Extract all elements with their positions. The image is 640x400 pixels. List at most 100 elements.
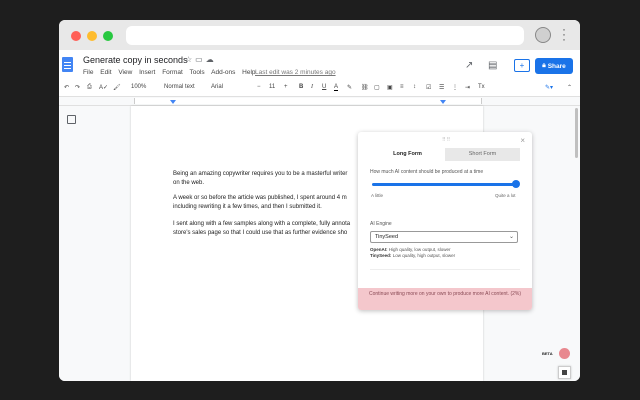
align-icon[interactable]: ≡ bbox=[400, 84, 404, 90]
menu-format[interactable]: Format bbox=[162, 69, 183, 76]
drag-handle-icon[interactable]: ⠿⠿ bbox=[442, 137, 451, 143]
font-size-increase[interactable]: + bbox=[284, 84, 288, 90]
line-spacing-icon[interactable]: ↕ bbox=[413, 84, 416, 90]
engine-note-openai: OpenAI: High quality, low output, slower bbox=[370, 247, 450, 252]
lock-icon: 🔒︎ bbox=[542, 62, 546, 69]
font-size-input[interactable]: 11 bbox=[269, 84, 275, 90]
engine-note-name: OpenAI: bbox=[370, 247, 388, 252]
browser-window: · · · Generate copy in seconds ☆▭☁ File Ed… bbox=[59, 20, 580, 381]
close-icon[interactable]: × bbox=[520, 136, 525, 145]
spellcheck-icon[interactable]: A✓ bbox=[99, 84, 108, 91]
font-size-decrease[interactable]: − bbox=[257, 84, 261, 90]
menu-insert[interactable]: Insert bbox=[139, 69, 155, 76]
menu-tools[interactable]: Tools bbox=[189, 69, 204, 76]
chevron-down-icon: ⌄ bbox=[508, 234, 514, 240]
paragraph-1[interactable]: Being an amazing copywriter requires you… bbox=[173, 170, 360, 188]
paragraph-3[interactable]: I sent along with a few samples along wi… bbox=[173, 220, 360, 238]
ruler bbox=[59, 97, 580, 106]
checklist-icon[interactable]: ☑ bbox=[426, 84, 431, 91]
engine-note-desc: Low quality, high output, slower bbox=[391, 253, 456, 258]
browser-titlebar: · · · bbox=[59, 20, 580, 50]
engine-note-name: TinySeed: bbox=[370, 253, 392, 258]
numbered-list-icon[interactable]: ⋮ bbox=[452, 84, 458, 91]
indent-icon[interactable]: ⇥ bbox=[465, 84, 470, 91]
slider-min-label: A little bbox=[371, 193, 384, 198]
collapse-toolbar-icon[interactable]: ⌃ bbox=[567, 84, 572, 91]
document-title[interactable]: Generate copy in seconds bbox=[83, 55, 188, 65]
style-select[interactable]: Normal text bbox=[164, 84, 195, 90]
more-vert-icon[interactable]: · · · bbox=[562, 23, 568, 45]
bulleted-list-icon[interactable]: ☰ bbox=[439, 84, 444, 91]
tab-long-form[interactable]: Long Form bbox=[370, 148, 445, 161]
zoom-select[interactable]: 100% bbox=[131, 84, 146, 90]
engine-label: AI Engine bbox=[370, 221, 392, 227]
meet-add-button[interactable]: + bbox=[514, 59, 530, 72]
last-edit-link[interactable]: Last edit was 2 minutes ago bbox=[255, 69, 336, 76]
text-color-icon[interactable]: A bbox=[334, 84, 339, 91]
close-window-dot[interactable] bbox=[71, 31, 81, 41]
document-outline-icon[interactable] bbox=[67, 115, 76, 124]
owl-icon[interactable] bbox=[535, 27, 551, 43]
menu-bar: File Edit View Insert Format Tools Add-o… bbox=[83, 69, 261, 76]
title-icons: ☆▭☁ bbox=[185, 55, 217, 64]
menu-addons[interactable]: Add-ons bbox=[211, 69, 235, 76]
vertical-scrollbar[interactable] bbox=[575, 108, 578, 158]
italic-icon[interactable]: I bbox=[311, 84, 313, 90]
slider-max-label: Quite a lot bbox=[495, 193, 516, 198]
print-icon[interactable]: ⎙ bbox=[87, 84, 92, 91]
tab-short-form[interactable]: Short Form bbox=[445, 148, 520, 161]
clear-format-icon[interactable]: Tx bbox=[478, 84, 485, 90]
redo-icon[interactable]: ↷ bbox=[75, 84, 80, 91]
paragraph-2[interactable]: A week or so before the article was publ… bbox=[173, 194, 360, 212]
paragraph-line: I sent along with a few samples along wi… bbox=[173, 221, 351, 227]
highlight-icon[interactable]: ✎ bbox=[347, 84, 352, 91]
address-bar[interactable] bbox=[126, 26, 524, 45]
underline-icon[interactable]: U bbox=[322, 84, 326, 90]
formatting-toolbar: ↶ ↷ ⎙ A✓ 🖌︎ 100% Normal text Arial − 11 … bbox=[59, 80, 580, 97]
image-icon[interactable]: ▣ bbox=[387, 84, 393, 91]
left-indent-marker[interactable] bbox=[170, 100, 176, 104]
form-tabs: Long Form Short Form bbox=[370, 148, 520, 161]
activity-trend-icon[interactable]: ↗ bbox=[465, 60, 473, 71]
progress-footer: Continue writing more on your own to pro… bbox=[358, 288, 532, 310]
menu-edit[interactable]: Edit bbox=[100, 69, 111, 76]
engine-select[interactable]: TinySeed ⌄ bbox=[370, 231, 518, 243]
folder-icon[interactable]: ▭ bbox=[195, 55, 206, 64]
share-label: Share bbox=[547, 62, 566, 70]
explore-icon[interactable] bbox=[558, 366, 571, 379]
amount-slider-track[interactable] bbox=[372, 183, 516, 186]
amount-slider-handle[interactable] bbox=[512, 180, 520, 188]
font-select[interactable]: Arial bbox=[211, 84, 223, 90]
engine-select-value: TinySeed bbox=[375, 234, 399, 240]
cloud-icon[interactable]: ☁ bbox=[206, 55, 217, 64]
bold-icon[interactable]: B bbox=[299, 84, 303, 90]
comments-icon[interactable]: ▤ bbox=[488, 60, 497, 71]
engine-note-tinyseed: TinySeed: Low quality, high output, slow… bbox=[370, 253, 455, 258]
menu-view[interactable]: View bbox=[118, 69, 132, 76]
minimize-window-dot[interactable] bbox=[87, 31, 97, 41]
assistant-avatar[interactable] bbox=[559, 348, 570, 359]
menu-file[interactable]: File bbox=[83, 69, 93, 76]
maximize-window-dot[interactable] bbox=[103, 31, 113, 41]
editing-mode-icon[interactable]: ✎▾ bbox=[545, 84, 553, 91]
right-indent-marker[interactable] bbox=[440, 100, 446, 104]
panel-divider bbox=[370, 269, 520, 270]
engine-note-desc: High quality, low output, slower bbox=[387, 247, 451, 252]
comment-add-icon[interactable]: ▢ bbox=[374, 84, 380, 91]
amount-label: How much AI content should be produced a… bbox=[370, 169, 484, 175]
beta-badge: BETA bbox=[542, 351, 553, 356]
paragraph-line: store's sales page so that I could use t… bbox=[173, 230, 348, 236]
ai-writer-panel: ⠿⠿ × Long Form Short Form How much AI co… bbox=[358, 132, 532, 310]
ruler-scale bbox=[134, 98, 482, 104]
paragraph-line: Being an amazing copywriter requires you… bbox=[173, 171, 348, 177]
docs-icon[interactable] bbox=[62, 57, 73, 72]
link-icon[interactable]: ⛓︎ bbox=[361, 84, 369, 91]
share-button[interactable]: 🔒︎ Share bbox=[535, 58, 573, 74]
undo-icon[interactable]: ↶ bbox=[64, 84, 69, 91]
paragraph-line: A week or so before the article was publ… bbox=[173, 195, 347, 201]
star-icon[interactable]: ☆ bbox=[185, 55, 195, 64]
menu-help[interactable]: Help bbox=[242, 69, 255, 76]
paragraph-line: including rewriting it a few times, and … bbox=[173, 204, 322, 210]
paint-format-icon[interactable]: 🖌︎ bbox=[113, 84, 121, 91]
paragraph-line: on the web. bbox=[173, 180, 205, 186]
